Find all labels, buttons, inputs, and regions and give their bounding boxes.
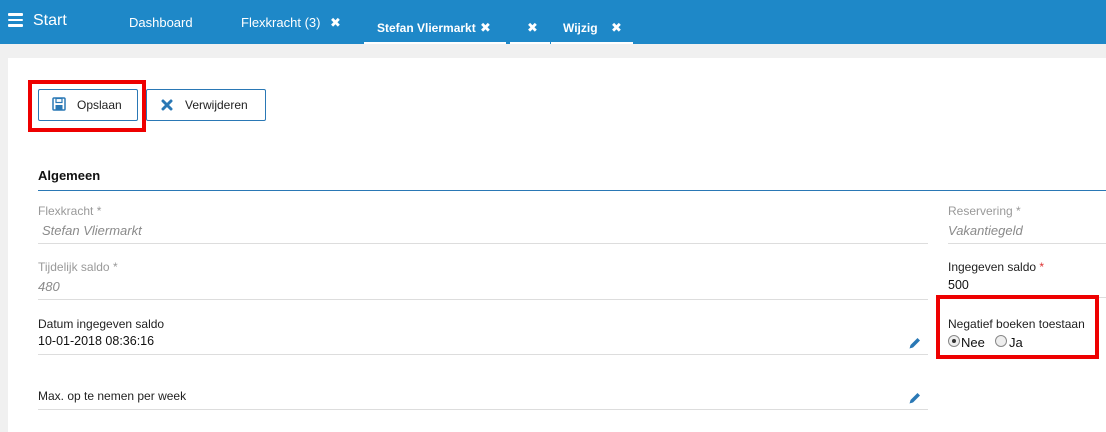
radio-ja-label[interactable]: Ja: [1009, 335, 1023, 350]
negatief-boeken-label: Negatief boeken toestaan: [948, 317, 1085, 331]
close-icon: [161, 99, 173, 111]
tab-dashboard[interactable]: Dashboard: [129, 15, 193, 30]
delete-button-label: Verwijderen: [185, 98, 248, 112]
tab-stefan-close-icon[interactable]: ✖: [480, 20, 491, 36]
ingegeven-saldo-input[interactable]: 500: [948, 278, 969, 292]
section-title: Algemeen: [38, 168, 101, 183]
tab-unnamed[interactable]: ✖: [510, 12, 550, 44]
start-link[interactable]: Start: [33, 12, 67, 30]
radio-nee[interactable]: [948, 335, 960, 347]
section-divider: [38, 190, 1106, 191]
flexkracht-underline: [38, 243, 928, 244]
top-nav-bar: Start Dashboard Flexkracht (3) ✖ Stefan …: [0, 0, 1106, 44]
radio-ja[interactable]: [995, 335, 1007, 347]
floppy-disk-icon: [52, 97, 66, 111]
tab-wijzig-label: Wijzig: [563, 21, 598, 35]
tab-stefan-vliermarkt[interactable]: Stefan Vliermarkt ✖: [364, 12, 506, 44]
max-per-week-underline: [38, 409, 928, 410]
datum-ingegeven-saldo-underline: [38, 354, 928, 355]
tijdelijk-saldo-value: 480: [38, 279, 60, 294]
pencil-icon[interactable]: [908, 391, 922, 405]
radio-nee-label[interactable]: Nee: [961, 335, 985, 350]
flexkracht-value: Stefan Vliermarkt: [42, 223, 142, 238]
reservering-underline: [948, 243, 1106, 244]
reservering-value: Vakantiegeld: [948, 223, 1023, 238]
reservering-label: Reservering *: [948, 204, 1021, 218]
hamburger-menu-icon[interactable]: [8, 13, 23, 27]
datum-ingegeven-saldo-label: Datum ingegeven saldo: [38, 317, 165, 331]
ingegeven-saldo-label: Ingegeven saldo *: [948, 260, 1045, 274]
flexkracht-label: Flexkracht *: [38, 204, 102, 218]
tab-wijzig[interactable]: Wijzig ✖: [551, 12, 633, 44]
pencil-icon[interactable]: [908, 336, 922, 350]
tijdelijk-saldo-underline: [38, 299, 928, 300]
tab-flexkracht[interactable]: Flexkracht (3): [241, 15, 320, 30]
tab-stefan-label: Stefan Vliermarkt: [377, 21, 476, 35]
tijdelijk-saldo-label: Tijdelijk saldo *: [38, 260, 118, 274]
tab-wijzig-close-icon[interactable]: ✖: [611, 20, 622, 36]
save-button[interactable]: Opslaan: [38, 89, 138, 121]
tab-unnamed-close-icon[interactable]: ✖: [527, 20, 538, 36]
delete-button[interactable]: Verwijderen: [146, 89, 266, 121]
max-per-week-input[interactable]: [38, 392, 898, 406]
tab-flexkracht-close-icon[interactable]: ✖: [330, 15, 341, 31]
save-button-label: Opslaan: [77, 98, 122, 112]
datum-ingegeven-saldo-input[interactable]: 10-01-2018 08:36:16: [38, 334, 154, 348]
